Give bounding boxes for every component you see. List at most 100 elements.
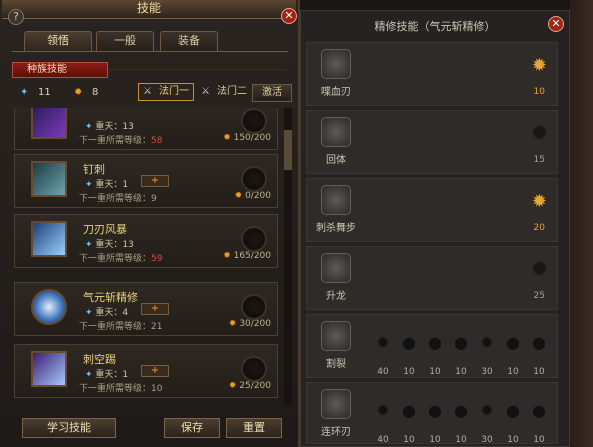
tab-yiban[interactable]: 一般 — [96, 31, 154, 51]
title-bar: 技能 — [2, 0, 296, 19]
tab-zhuangbei[interactable]: 装备 — [160, 31, 218, 51]
refine-skill-name: 割裂 — [326, 359, 346, 370]
refine-sub-node[interactable]: ✹ 30 — [477, 403, 497, 446]
refine-skill-icon[interactable] — [321, 253, 351, 283]
refine-sub-node[interactable]: ✹ 40 — [373, 333, 393, 378]
refine-row: 升龙 ✹ 25 — [306, 246, 558, 310]
level-star-icon: ✦ — [85, 180, 93, 190]
refine-skill-icon[interactable] — [321, 389, 351, 419]
skill-level-text: 重天：13 — [95, 240, 134, 250]
level-star-icon: ✦ — [85, 370, 93, 380]
skill-name: 刺空踢 — [83, 353, 116, 366]
requirement-label: 下一重所需等级： — [79, 322, 152, 332]
add-point-button[interactable]: + — [141, 175, 169, 187]
refine-star-value: 15 — [533, 155, 545, 165]
skill-slot[interactable] — [241, 226, 267, 252]
reset-button[interactable]: 重置 — [226, 418, 282, 438]
skill-icon — [31, 108, 67, 139]
refine-star-icon[interactable]: ✹ — [532, 193, 547, 211]
requirement-label: 下一重所需等级： — [79, 136, 152, 146]
refine-sub-node[interactable]: ● 10 — [529, 333, 549, 378]
refine-sub-node[interactable]: ● 10 — [425, 403, 445, 446]
refine-sub-node[interactable]: ● 10 — [503, 335, 523, 378]
learn-skill-button[interactable]: 学习技能 — [22, 418, 116, 438]
refine-sub-node[interactable]: ✹ 30 — [477, 335, 497, 378]
requirement-value: 59 — [151, 254, 163, 264]
sub-value: 10 — [507, 367, 519, 377]
skill-slot[interactable] — [241, 356, 267, 382]
dot-icon: ● — [506, 401, 520, 420]
skill-progress-text: 165/200 — [233, 251, 271, 261]
refine-sub-node[interactable]: ✹ 40 — [373, 403, 393, 446]
skill-slot[interactable] — [241, 294, 267, 320]
skill-requirement: 下一重所需等级：59 — [79, 251, 162, 264]
sword-icon: ⚔ — [143, 86, 152, 97]
add-point-button[interactable]: + — [141, 303, 169, 315]
refine-sub-node[interactable]: ● 10 — [529, 403, 549, 446]
refine-sub-node[interactable]: ● 10 — [451, 335, 471, 378]
sub-value: 30 — [481, 367, 493, 377]
help-icon[interactable]: ? — [8, 9, 24, 25]
skill-list: ✦ 重天：13 下一重所需等级：58 ✹ 150/200 钉刺 ✦ 重天：1 +… — [14, 108, 282, 408]
scrollbar-thumb[interactable] — [284, 130, 292, 170]
refine-row: 喋血刃 ✹ 10 — [306, 42, 558, 106]
skill-card[interactable]: 刀刃风暴 ✦ 重天：13 下一重所需等级：59 ✹ 165/200 — [14, 214, 278, 268]
refine-sub-node[interactable]: ● 10 — [503, 401, 523, 446]
skill-level-text: 重天：13 — [95, 122, 134, 132]
orange-point-icon: ✹ — [223, 133, 231, 143]
level-star-icon: ✦ — [85, 308, 93, 318]
refine-star-icon[interactable]: ✹ — [532, 125, 547, 143]
refine-skill-icon[interactable] — [321, 321, 351, 351]
refine-skill-name: 回体 — [326, 155, 346, 166]
refine-row: 刺杀舞步 ✹ 20 — [306, 178, 558, 242]
refine-skill-icon[interactable] — [321, 185, 351, 215]
skill-icon — [31, 161, 67, 197]
skill-progress: ✹ 30/200 — [229, 319, 271, 329]
dot-icon: ● — [532, 333, 546, 352]
requirement-label: 下一重所需等级： — [79, 384, 152, 394]
faction-one-button[interactable]: ⚔ 法门一 — [138, 83, 194, 101]
skill-progress: ✹ 25/200 — [229, 381, 271, 391]
requirement-label: 下一重所需等级： — [79, 194, 152, 204]
requirement-value: 9 — [151, 194, 157, 204]
close-icon[interactable]: ✕ — [548, 16, 564, 32]
orange-point-count: 8 — [92, 87, 99, 98]
close-icon[interactable]: ✕ — [281, 8, 297, 24]
skill-card[interactable]: 气元斩精修 ✦ 重天：4 + 下一重所需等级：21 ✹ 30/200 — [14, 282, 278, 336]
dot-icon: ● — [428, 333, 442, 352]
orange-point-icon: ✹ — [228, 319, 237, 329]
level-star-icon: ✦ — [85, 240, 93, 250]
skill-slot[interactable] — [241, 108, 267, 134]
refine-skill-icon[interactable] — [321, 117, 351, 147]
sub-value: 40 — [377, 435, 389, 445]
skill-icon — [31, 221, 67, 257]
refine-sub-node[interactable]: ● 10 — [399, 335, 419, 378]
faction-two-label: 法门二 — [217, 86, 247, 97]
skill-level: ✦ 重天：1 — [85, 367, 128, 380]
refine-skill-icon[interactable] — [321, 49, 351, 79]
sword-icon: ⚔ — [201, 86, 210, 97]
tab-lingwu[interactable]: 领悟 — [24, 31, 92, 51]
skill-level-text: 重天：1 — [95, 370, 129, 380]
sub-value: 40 — [377, 367, 389, 377]
skill-card[interactable]: 刺空踢 ✦ 重天：1 + 下一重所需等级：10 ✹ 25/200 — [14, 344, 278, 398]
star-icon: ✹ — [376, 333, 390, 352]
refine-skill-name: 连环刃 — [321, 427, 351, 438]
skill-slot[interactable] — [241, 166, 267, 192]
refine-sub-node[interactable]: ● 10 — [451, 403, 471, 446]
activate-button[interactable]: 激活 — [252, 84, 292, 102]
skill-level-text: 重天：4 — [95, 308, 129, 318]
refine-star-icon[interactable]: ✹ — [532, 261, 547, 279]
sub-value: 30 — [481, 435, 493, 445]
refine-star-icon[interactable]: ✹ — [532, 57, 547, 75]
save-button[interactable]: 保存 — [164, 418, 220, 438]
refine-row: 割裂 ✹ 40 ● 10 ● 10 ● 10 ✹ 30 ● 10 ● 10 — [306, 314, 558, 378]
add-point-button[interactable]: + — [141, 365, 169, 377]
skill-icon — [31, 351, 67, 387]
skill-card[interactable]: ✦ 重天：13 下一重所需等级：58 ✹ 150/200 — [14, 108, 278, 150]
refine-sub-node[interactable]: ● 10 — [399, 403, 419, 446]
faction-two-button[interactable]: ⚔ 法门二 — [196, 83, 252, 101]
skill-card[interactable]: 钉刺 ✦ 重天：1 + 下一重所需等级：9 ✹ 0/200 — [14, 154, 278, 208]
refine-sub-node[interactable]: ● 10 — [425, 333, 445, 378]
skill-name: 气元斩精修 — [83, 291, 138, 304]
